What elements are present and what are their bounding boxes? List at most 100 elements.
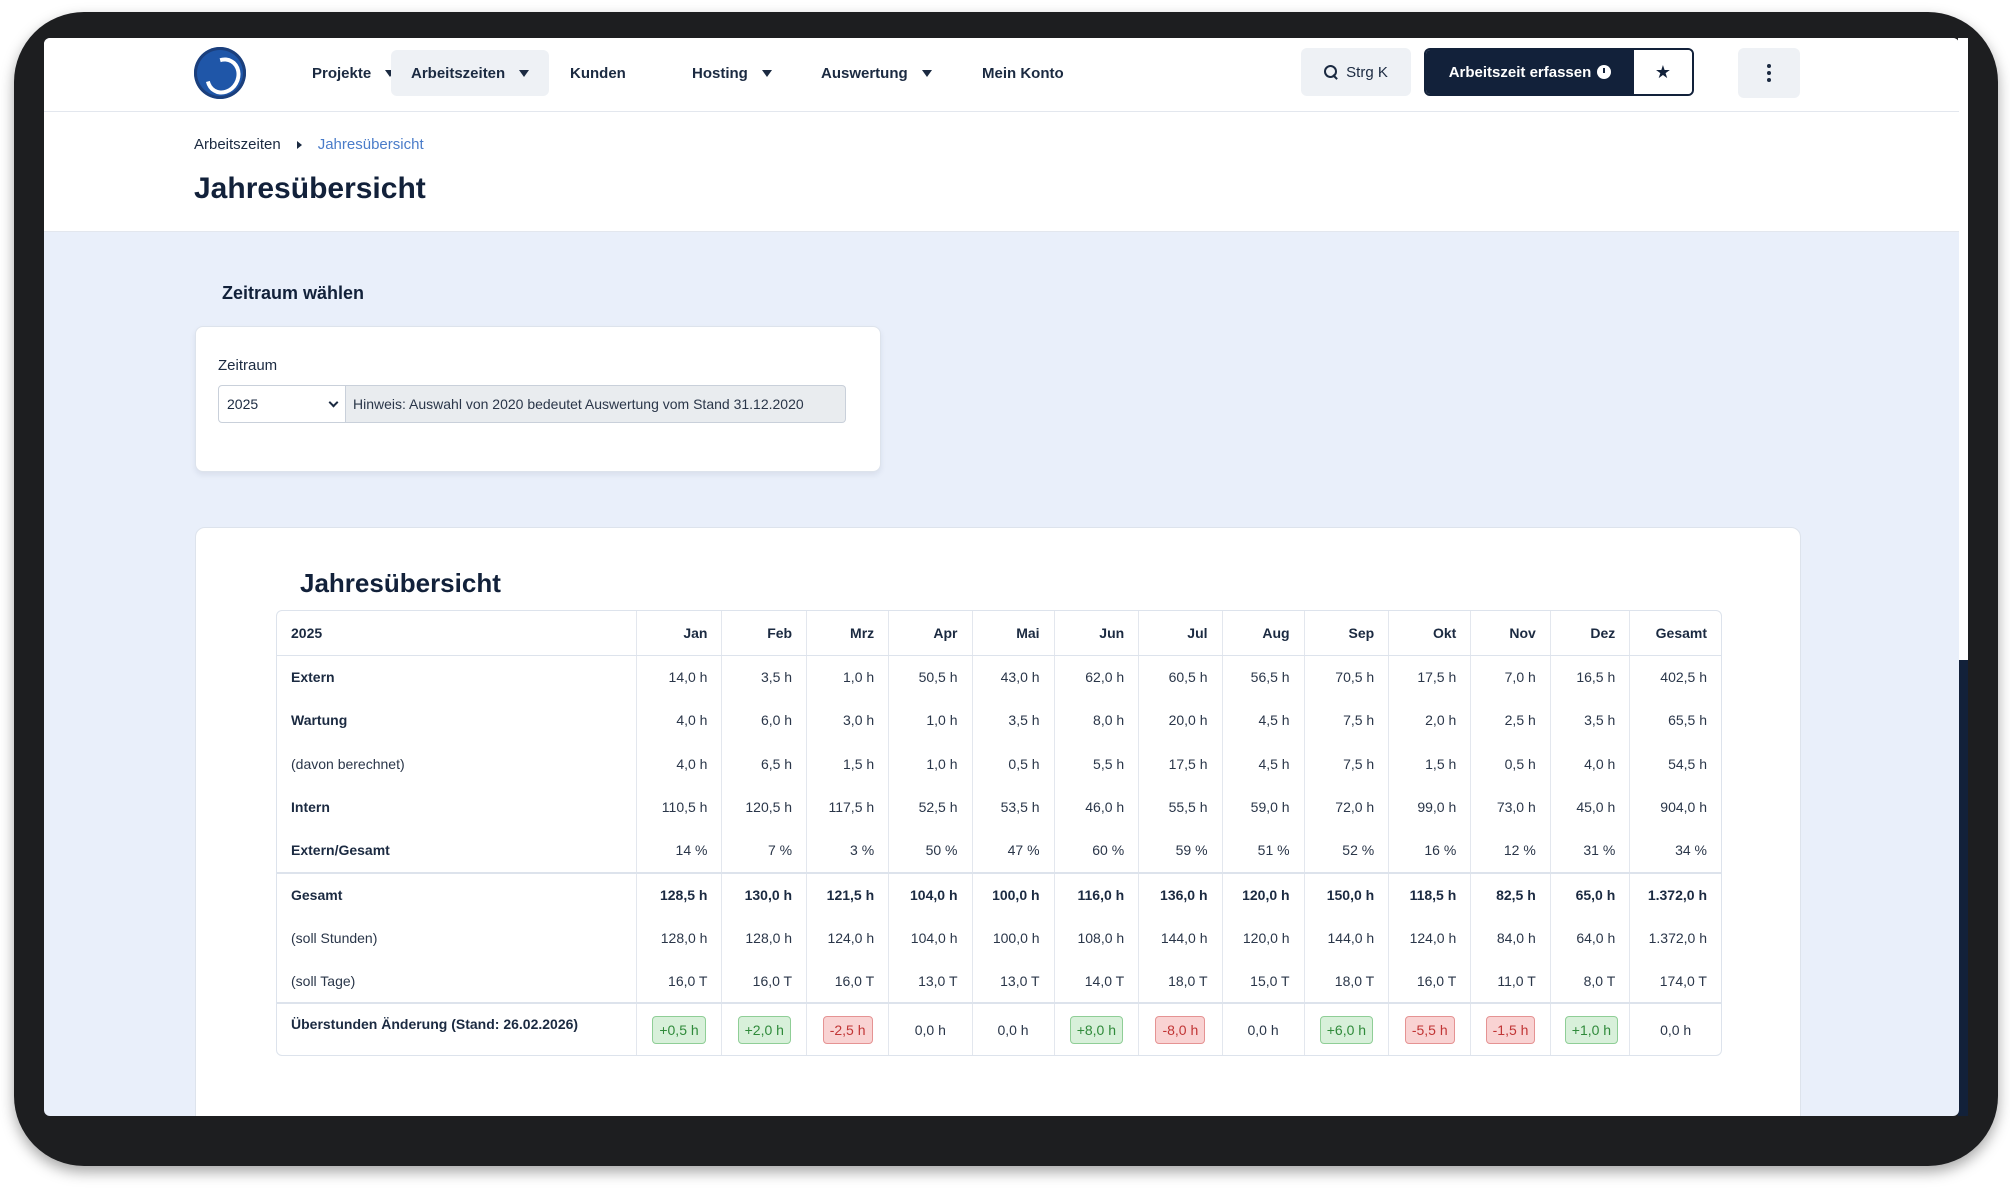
primary-button-group: Arbeitszeit erfassen ★ <box>1424 48 1694 96</box>
overtime-badge: +6,0 h <box>1319 1015 1374 1044</box>
overtime-cell: 0,0 h <box>1629 1002 1721 1055</box>
breadcrumb-current[interactable]: Jahresübersicht <box>318 136 424 153</box>
table-cell: 56,5 h <box>1222 655 1305 699</box>
table-cell: 54,5 h <box>1668 755 1707 772</box>
caret-down-icon <box>761 69 772 77</box>
row-label: Extern/Gesamt <box>277 829 637 873</box>
table-cell: 7,5 h <box>1304 742 1390 786</box>
table-header-cell: Jan <box>636 611 723 656</box>
table-cell: 51 % <box>1222 829 1305 873</box>
row-label: Extern <box>277 655 637 699</box>
table-header-cell: Sep <box>1304 611 1390 656</box>
table-cell: 14,0 h <box>636 655 723 699</box>
table-cell: 8,0 T <box>1550 959 1631 1003</box>
table-cell: 4,0 h <box>636 742 723 786</box>
table-header-cell: Dez <box>1550 611 1631 656</box>
table-cell: 120,5 h <box>721 785 808 829</box>
table-cell: 124,0 h <box>1388 916 1472 960</box>
primary-button-label: Arbeitszeit erfassen <box>1448 63 1592 81</box>
table-cell: 0,5 h <box>972 742 1055 786</box>
nav-arbeitszeiten[interactable]: Arbeitszeiten <box>391 50 550 96</box>
overtime-cell: +0,5 h <box>636 1002 723 1055</box>
nav-kunden[interactable]: Kunden <box>550 50 646 96</box>
table-cell: 18,0 T <box>1304 959 1390 1003</box>
table-cell: 52,5 h <box>888 785 973 829</box>
zeitraum-label: Zeitraum <box>218 357 278 374</box>
table-cell: 104,0 h <box>888 871 973 916</box>
arbeitszeit-erfassen-button[interactable]: Arbeitszeit erfassen <box>1426 50 1634 94</box>
table-cell: 53,5 h <box>972 785 1055 829</box>
nav-label: Projekte <box>312 64 372 82</box>
table-cell: 136,0 h <box>1138 871 1223 916</box>
table-cell: 3 % <box>806 829 890 873</box>
table-cell: 100,0 h <box>972 916 1055 960</box>
table-cell: 116,0 h <box>1054 871 1140 916</box>
table-cell: 12 % <box>1470 829 1551 873</box>
more-menu-button[interactable] <box>1738 48 1800 98</box>
table-cell: 7,5 h <box>1304 698 1390 742</box>
table-row: Gesamt 128,5 h 130,0 h 121,5 h 104,0 h 100,0 … <box>277 871 1721 916</box>
table-cell: 43,0 h <box>972 655 1055 699</box>
overtime-label: Überstunden Änderung (Stand: 26.02.2026) <box>277 1002 637 1055</box>
table-cell: 1,5 h <box>806 742 890 786</box>
row-label: Gesamt <box>277 871 637 916</box>
table-row: (soll Tage) 16,0 T 16,0 T 16,0 T 13,0 T 13,0 … <box>277 959 1721 1003</box>
nav-hosting[interactable]: Hosting <box>672 50 792 96</box>
filter-card: Zeitraum 2025 Hinweis: Auswahl von 2020 … <box>195 326 881 472</box>
table-cell: 18,0 T <box>1138 959 1223 1003</box>
table-cell: 104,0 h <box>888 916 973 960</box>
table-cell: 13,0 T <box>972 959 1055 1003</box>
nav-label: Kunden <box>570 64 626 82</box>
table-cell: 84,0 h <box>1470 916 1551 960</box>
table-cell: 14,0 T <box>1054 959 1140 1003</box>
table-cell: 1,5 h <box>1388 742 1472 786</box>
overview-table: 2025 Jan Feb Mrz Apr Mai Jun Jul Aug Sep Okt Nov Dez… <box>277 611 1721 1055</box>
overtime-cell: 0,0 h <box>972 1002 1055 1055</box>
table-cell: 1,0 h <box>888 742 973 786</box>
table-cell: 45,0 h <box>1550 785 1631 829</box>
year-select[interactable]: 2025 <box>218 385 346 423</box>
table-header-cell: Feb <box>721 611 808 656</box>
table-cell: 20,0 h <box>1138 698 1223 742</box>
table-cell: 121,5 h <box>806 871 890 916</box>
nav-label: Mein Konto <box>982 64 1064 82</box>
table-header-year: 2025 <box>277 611 637 656</box>
table-cell: 128,0 h <box>721 916 808 960</box>
table-cell: 174,0 T <box>1659 972 1707 989</box>
table-cell: 7,0 h <box>1470 655 1551 699</box>
overtime-badge: -8,0 h <box>1155 1015 1206 1044</box>
nav-label: Arbeitszeiten <box>411 64 506 82</box>
table-cell: 99,0 h <box>1388 785 1472 829</box>
table-header-cell: Apr <box>888 611 973 656</box>
table-cell: 55,5 h <box>1138 785 1223 829</box>
breadcrumb-parent-link[interactable]: Arbeitszeiten <box>194 136 281 153</box>
table-cell: 46,0 h <box>1054 785 1140 829</box>
overtime-badge: +8,0 h <box>1069 1015 1124 1044</box>
overtime-badge: +0,5 h <box>652 1015 706 1044</box>
table-cell: 2,0 h <box>1388 698 1472 742</box>
table-cell: 16,0 T <box>636 959 723 1003</box>
search-button[interactable]: Strg K <box>1301 48 1411 96</box>
scrollbar-thumb[interactable] <box>1958 660 1968 1116</box>
nav-mein-konto[interactable]: Mein Konto <box>962 50 1084 96</box>
filter-section-title: Zeitraum wählen <box>222 283 365 303</box>
favorites-button[interactable]: ★ <box>1634 50 1692 94</box>
overtime-cell: +8,0 h <box>1054 1002 1140 1055</box>
table-header-cell: Okt <box>1388 611 1472 656</box>
table-cell: 11,0 T <box>1470 959 1551 1003</box>
table-cell: 128,5 h <box>636 871 723 916</box>
logo-icon[interactable] <box>194 47 246 99</box>
page-title: Jahresübersicht <box>194 172 426 205</box>
row-label: (soll Stunden) <box>277 916 637 960</box>
overtime-badge: +1,0 h <box>1564 1015 1619 1044</box>
table-cell: 128,0 h <box>636 916 723 960</box>
table-cell: 16,0 T <box>806 959 890 1003</box>
table-cell: 62,0 h <box>1054 655 1140 699</box>
table-cell: 31 % <box>1550 829 1631 873</box>
row-label: (soll Tage) <box>277 959 637 1003</box>
nav-auswertung[interactable]: Auswertung <box>801 50 952 96</box>
year-select-value: 2025 <box>227 396 259 412</box>
overtime-row: Überstunden Änderung (Stand: 26.02.2026)… <box>277 1002 1721 1055</box>
zeitraum-hint: Hinweis: Auswahl von 2020 bedeutet Auswe… <box>346 385 846 423</box>
table-header-cell: Jun <box>1054 611 1140 656</box>
